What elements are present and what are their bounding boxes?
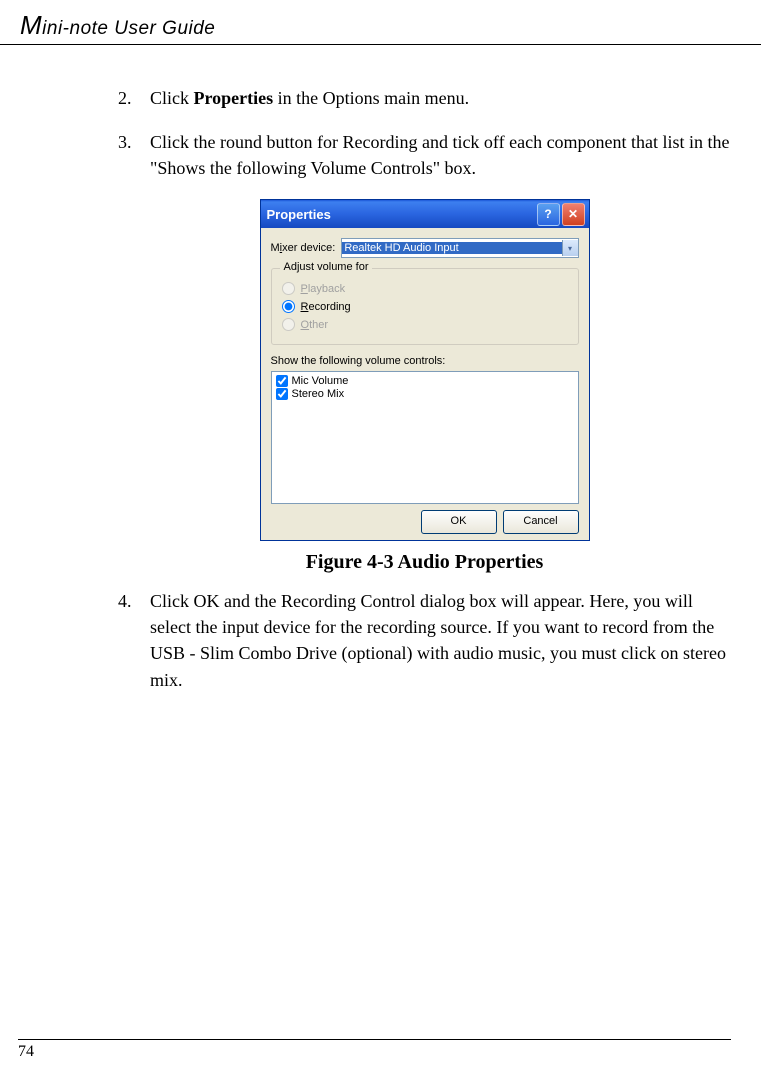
step-3: 3. Click the round button for Recording … [118,129,731,181]
checkbox-mic-label: Mic Volume [292,375,349,387]
ok-button[interactable]: OK [421,510,497,534]
dialog-footer: OK Cancel [271,504,579,534]
volume-controls-listbox[interactable]: Mic Volume Stereo Mix [271,371,579,504]
checkbox-stereo-label: Stereo Mix [292,388,345,400]
chevron-down-icon[interactable]: ▾ [562,240,578,256]
step-number: 2. [118,85,150,111]
page-header: Mini-note User Guide [0,0,761,45]
adjust-volume-group: Adjust volume for Playback Recording [271,268,579,345]
figure-caption: Figure 4-3 Audio Properties [118,551,731,574]
dialog-container: Properties ? ✕ Mixer device: Realtek HD … [118,199,731,541]
radio-recording-input[interactable] [282,300,295,313]
page-footer: 74 [18,1039,731,1061]
page-number: 74 [18,1043,34,1060]
checkbox-stereo-input[interactable] [276,388,288,400]
step-number: 4. [118,588,150,692]
step-text: Click OK and the Recording Control dialo… [150,588,731,692]
group-title: Adjust volume for [280,261,373,273]
dialog-body: Mixer device: Realtek HD Audio Input ▾ A… [261,228,589,540]
checkbox-stereo-mix[interactable]: Stereo Mix [276,388,574,400]
mixer-device-label: Mixer device: [271,242,336,254]
content: 2. Click Properties in the Options main … [0,45,761,693]
step-text: Click Properties in the Options main men… [150,85,731,111]
properties-dialog: Properties ? ✕ Mixer device: Realtek HD … [260,199,590,541]
close-icon[interactable]: ✕ [562,203,585,226]
show-controls-label: Show the following volume controls: [271,355,579,367]
help-icon[interactable]: ? [537,203,560,226]
step-2: 2. Click Properties in the Options main … [118,85,731,111]
radio-recording[interactable]: Recording [282,300,568,313]
checkbox-mic-volume[interactable]: Mic Volume [276,375,574,387]
step-4: 4. Click OK and the Recording Control di… [118,588,731,692]
mixer-device-value: Realtek HD Audio Input [342,242,561,254]
cancel-button[interactable]: Cancel [503,510,579,534]
radio-other: Other [282,318,568,331]
radio-playback-input [282,282,295,295]
step-text: Click the round button for Recording and… [150,129,731,181]
checkbox-mic-input[interactable] [276,375,288,387]
step-number: 3. [118,129,150,181]
radio-other-input [282,318,295,331]
header-title: Mini-note User Guide [20,10,731,41]
titlebar[interactable]: Properties ? ✕ [261,200,589,228]
mixer-device-row: Mixer device: Realtek HD Audio Input ▾ [271,238,579,258]
radio-playback: Playback [282,282,568,295]
mixer-device-select[interactable]: Realtek HD Audio Input ▾ [341,238,578,258]
window-title: Properties [267,207,535,222]
